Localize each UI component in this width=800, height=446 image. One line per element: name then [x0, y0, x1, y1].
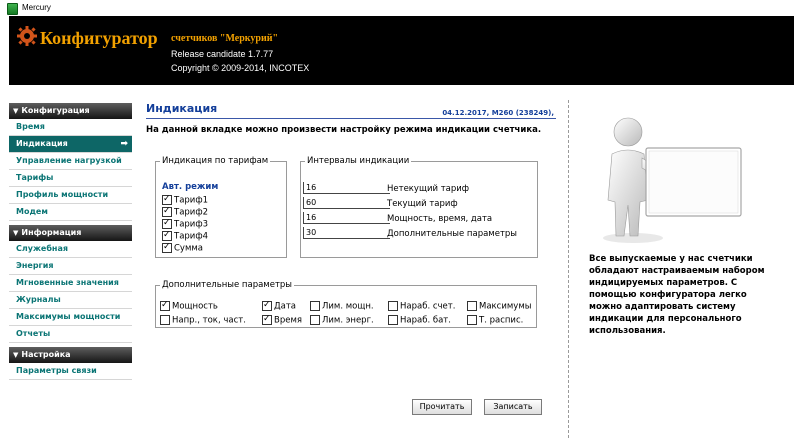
interval-nontariff-label: Нетекущий тариф — [387, 184, 470, 194]
sidebar-section-info[interactable]: ▼ Информация — [9, 225, 132, 241]
checkbox-meter-runtime[interactable]: Нараб. счет. — [388, 301, 455, 312]
sidebar-item-load-control[interactable]: Управление нагрузкой — [9, 153, 132, 170]
checkbox-box[interactable] — [467, 315, 477, 325]
sidebar: ▼ Конфигурация Время Индикация ➡ Управлени… — [9, 103, 132, 380]
checkbox-energy-limit[interactable]: Лим. энерг. — [310, 315, 374, 326]
intervals-group: Интервалы индикации Нетекущий тариф Теку… — [300, 156, 538, 258]
write-button[interactable]: Записать — [484, 399, 542, 415]
checkbox-box[interactable] — [162, 217, 172, 229]
checkbox-box[interactable] — [388, 315, 398, 325]
sidebar-item-indication[interactable]: Индикация ➡ — [9, 136, 132, 153]
sidebar-item-modem[interactable]: Модем — [9, 204, 132, 221]
checkbox-box[interactable] — [262, 299, 272, 311]
checkbox-battery-runtime[interactable]: Нараб. бат. — [388, 315, 451, 326]
interval-current-input[interactable] — [303, 197, 390, 209]
divider — [568, 100, 569, 438]
sidebar-item-time[interactable]: Время — [9, 119, 132, 136]
checkbox-box[interactable] — [162, 193, 172, 205]
read-button[interactable]: Прочитать — [412, 399, 472, 415]
checkbox-box[interactable] — [262, 313, 272, 325]
checkbox-box[interactable] — [160, 299, 170, 311]
checkbox-date[interactable]: Дата — [262, 299, 296, 312]
window-title: Mercury — [22, 3, 51, 12]
checkbox-box[interactable] — [467, 301, 477, 311]
copyright-label: Copyright © 2009-2014, INCOTEX — [171, 63, 310, 73]
checkbox-box[interactable] — [310, 301, 320, 311]
side-panel-text: Все выпускаемые у нас счетчики обладают … — [589, 254, 765, 336]
interval-current-label: Текущий тариф — [387, 199, 458, 209]
sidebar-item-reports[interactable]: Отчеты — [9, 326, 132, 343]
title-rule — [146, 118, 556, 119]
checkbox-box[interactable] — [162, 205, 172, 217]
sidebar-item-power-maximums[interactable]: Максимумы мощности — [9, 309, 132, 326]
checkbox-time[interactable]: Время — [262, 313, 302, 326]
extra-params-group: Дополнительные параметры Мощность Дата Л… — [155, 280, 537, 328]
tariffs-legend: Индикация по тарифам — [162, 156, 269, 166]
app-brand: Конфигуратор — [40, 28, 158, 48]
checkbox-maximums[interactable]: Максимумы — [467, 301, 531, 312]
app-subtitle: счетчиков "Меркурий" — [171, 33, 279, 44]
sidebar-item-logs[interactable]: Журналы — [9, 292, 132, 309]
checkbox-box[interactable] — [310, 315, 320, 325]
checkbox-tariff4[interactable]: Тариф4 — [162, 229, 208, 242]
checkbox-tariff1[interactable]: Тариф1 — [162, 193, 208, 206]
window-titlebar: Mercury — [0, 0, 800, 16]
sidebar-item-energy[interactable]: Энергия — [9, 258, 132, 275]
checkbox-tariff2[interactable]: Тариф2 — [162, 205, 208, 218]
presenter-illustration — [603, 117, 742, 243]
checkbox-box[interactable] — [388, 301, 398, 311]
checkbox-schedule[interactable]: Т. распис. — [467, 315, 523, 326]
sidebar-item-tariffs[interactable]: Тарифы — [9, 170, 132, 187]
interval-extra-input[interactable] — [303, 227, 390, 239]
checkbox-box[interactable] — [162, 229, 172, 241]
sidebar-section-config[interactable]: ▼ Конфигурация — [9, 103, 132, 119]
header-banner: Конфигуратор счетчиков "Меркурий" Releas… — [9, 16, 794, 85]
checkbox-box[interactable] — [162, 241, 172, 253]
sidebar-item-instant-values[interactable]: Мгновенные значения — [9, 275, 132, 292]
sidebar-item-service[interactable]: Служебная — [9, 241, 132, 258]
checkbox-power-limit[interactable]: Лим. мощн. — [310, 301, 374, 312]
intervals-legend: Интервалы индикации — [307, 156, 410, 166]
checkbox-power[interactable]: Мощность — [160, 299, 218, 312]
checkbox-voltage-current[interactable]: Напр., ток, част. — [160, 315, 246, 326]
checkbox-tariff3[interactable]: Тариф3 — [162, 217, 208, 230]
auto-mode-link[interactable]: Авт. режим — [162, 182, 218, 192]
device-meta: 04.12.2017, M260 (238249), — [442, 109, 554, 117]
checkbox-box[interactable] — [160, 315, 170, 325]
interval-power-input[interactable] — [303, 212, 390, 224]
app-icon — [7, 3, 18, 15]
checkbox-sum[interactable]: Сумма — [162, 241, 203, 254]
page-title: Индикация — [146, 102, 218, 115]
gear-icon — [17, 26, 37, 46]
sidebar-item-power-profile[interactable]: Профиль мощности — [9, 187, 132, 204]
sidebar-item-connection-params[interactable]: Параметры связи — [9, 363, 132, 380]
intro-text: На данной вкладке можно произвести настр… — [146, 125, 542, 135]
interval-power-label: Мощность, время, дата — [387, 214, 493, 224]
arrow-right-icon: ➡ — [120, 139, 128, 149]
sidebar-section-settings[interactable]: ▼ Настройка — [9, 347, 132, 363]
release-label: Release candidate 1.7.77 — [171, 49, 274, 59]
tariffs-group: Индикация по тарифам Авт. режим Тариф1 Т… — [155, 156, 287, 258]
extra-legend: Дополнительные параметры — [162, 280, 293, 290]
interval-nontariff-input[interactable] — [303, 182, 390, 194]
interval-extra-label: Дополнительные параметры — [387, 229, 518, 239]
